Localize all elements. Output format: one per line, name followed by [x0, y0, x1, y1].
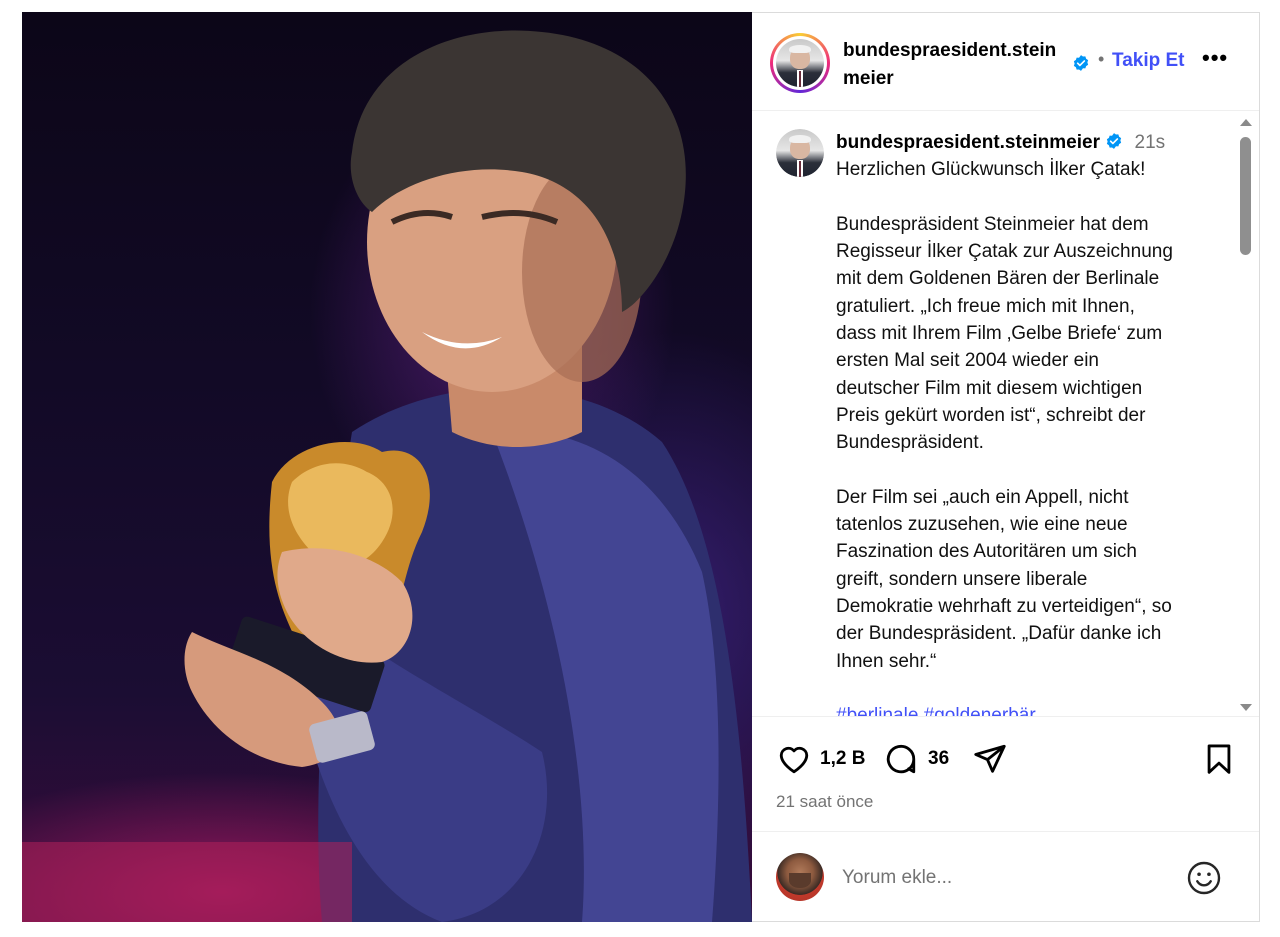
- avatar-hair: [789, 134, 811, 144]
- heart-icon[interactable]: [776, 741, 812, 782]
- caption-paragraph-gap: [836, 675, 1226, 702]
- like-count[interactable]: 1,2 B: [820, 748, 865, 770]
- comment-bubble-icon[interactable]: [883, 741, 919, 782]
- caption-line: Bundespräsident Steinmeier hat dem: [836, 213, 1149, 235]
- caption-line: Faszination des Autoritären um sich: [836, 541, 1137, 563]
- verified-badge-icon: [1072, 54, 1090, 72]
- caption-avatar-image: [776, 129, 824, 177]
- post-photo-illustration: [22, 30, 752, 922]
- caption-paragraph-gap: [836, 184, 1226, 211]
- avatar-tie: [798, 160, 802, 177]
- verified-badge-icon: [1105, 132, 1128, 153]
- follow-button[interactable]: Takip Et: [1112, 50, 1185, 72]
- caption-line: deutscher Film mit diesem wichtigen: [836, 377, 1143, 399]
- comment-input[interactable]: [842, 862, 1172, 894]
- post-actions: 1,2 B 36 21 saat önce: [752, 716, 1259, 831]
- story-ring[interactable]: [770, 33, 830, 93]
- author-username[interactable]: bundespraesident.steinmeier: [843, 37, 1071, 93]
- avatar-hair: [789, 44, 811, 54]
- caption-line: mit dem Goldenen Bären der Berlinale: [836, 268, 1160, 290]
- avatar-tie: [798, 70, 802, 87]
- caption-line: greift, sondern unsere liberale: [836, 568, 1088, 590]
- post-header: bundespraesident.steinmeier • Takip Et •…: [752, 13, 1259, 111]
- post-time-ago[interactable]: 21 saat önce: [776, 792, 873, 812]
- comment-count[interactable]: 36: [928, 748, 949, 770]
- scrollbar-thumb[interactable]: [1240, 137, 1251, 255]
- more-options-icon[interactable]: •••: [1202, 47, 1228, 69]
- caption-line: Regisseur İlker Çatak zur Auszeichnung: [836, 241, 1173, 263]
- header-separator: •: [1098, 49, 1105, 69]
- caption-line: Ihnen sehr.“: [836, 650, 937, 672]
- stage-floor: [22, 842, 352, 922]
- caption-paragraph-gap: [836, 457, 1226, 484]
- caption-line: Demokratie wehrhaft zu verteidigen“, so: [836, 596, 1172, 618]
- caption-line: dass mit Ihrem Film ‚Gelbe Briefe‘ zum: [836, 323, 1163, 345]
- caption-line: Bundespräsident.: [836, 432, 984, 454]
- caption-header-line: bundespraesident.steinmeier 21s: [836, 129, 1226, 156]
- send-icon[interactable]: [972, 741, 1008, 782]
- caption-author-avatar[interactable]: [776, 129, 824, 177]
- avatar-beard: [789, 873, 811, 888]
- caption-scroll-area[interactable]: bundespraesident.steinmeier 21s Herzlich…: [752, 112, 1259, 716]
- bookmark-icon[interactable]: [1202, 741, 1236, 782]
- caption-line: ersten Mal seit 2004 wieder ein: [836, 350, 1099, 372]
- author-avatar: [776, 39, 824, 87]
- current-user-avatar[interactable]: [776, 853, 824, 901]
- scroll-up-arrow-icon[interactable]: [1240, 119, 1252, 126]
- post-side-panel: bundespraesident.steinmeier • Takip Et •…: [752, 12, 1260, 922]
- comment-bar: [752, 831, 1259, 923]
- caption-body: bundespraesident.steinmeier 21s Herzlich…: [836, 129, 1226, 716]
- caption-hashtags[interactable]: #berlinale #goldenerbär: [836, 702, 1226, 716]
- smiley-icon[interactable]: [1186, 860, 1222, 901]
- caption-line: gratuliert. „Ich freue mich mit Ihnen,: [836, 295, 1135, 317]
- caption-line: tatenlos zuzusehen, wie eine neue: [836, 514, 1128, 536]
- caption-time[interactable]: 21s: [1135, 132, 1166, 153]
- caption-scrollbar[interactable]: [1237, 119, 1253, 711]
- caption-line: Herzlichen Glückwunsch İlker Çatak!: [836, 159, 1146, 181]
- caption-text: Herzlichen Glückwunsch İlker Çatak! Bunde…: [836, 156, 1226, 702]
- story-ring-inner: [773, 36, 827, 90]
- caption-line: Der Film sei „auch ein Appell, nicht: [836, 486, 1129, 508]
- caption-line: der Bundespräsident. „Dafür danke ich: [836, 623, 1162, 645]
- post-photo[interactable]: [22, 12, 752, 922]
- caption-username[interactable]: bundespraesident.steinmeier: [836, 132, 1100, 153]
- scroll-down-arrow-icon[interactable]: [1240, 704, 1252, 711]
- caption-line: Preis gekürt worden ist“, schreibt der: [836, 404, 1146, 426]
